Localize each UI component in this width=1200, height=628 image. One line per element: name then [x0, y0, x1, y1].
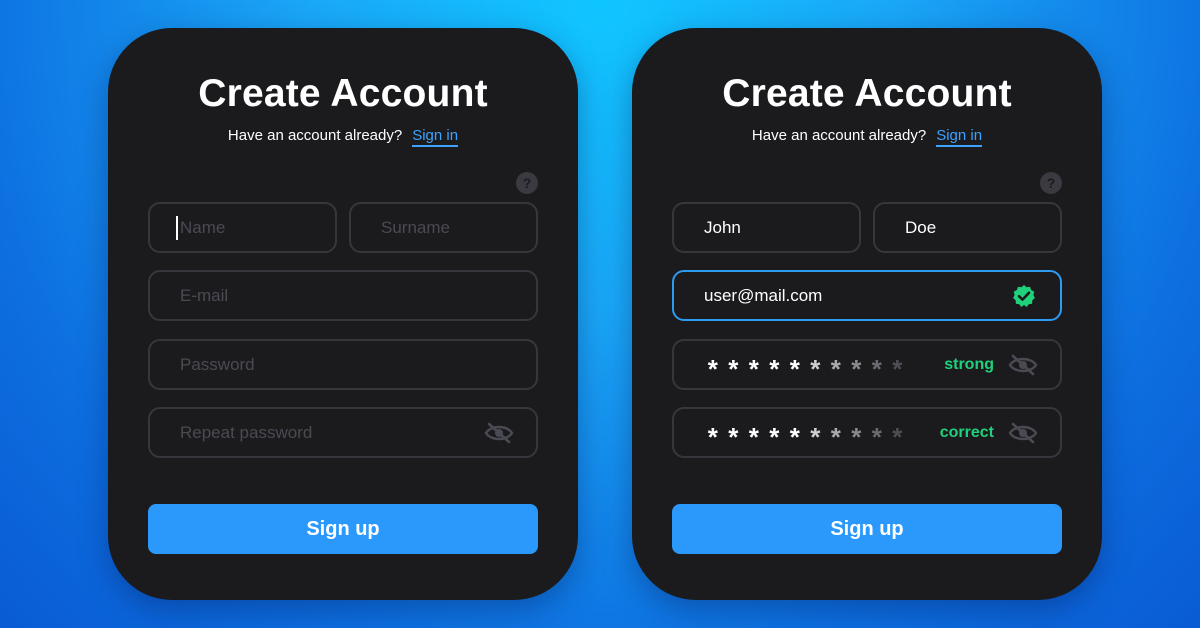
- help-icon[interactable]: ?: [516, 172, 538, 194]
- name-placeholder: Name: [180, 217, 226, 237]
- signup-button[interactable]: Sign up: [672, 504, 1062, 554]
- eye-slash-icon[interactable]: [1008, 422, 1038, 444]
- page-title: Create Account: [722, 72, 1012, 115]
- name-input[interactable]: John: [672, 202, 861, 253]
- email-value: user@mail.com: [704, 285, 823, 305]
- signup-button[interactable]: Sign up: [148, 504, 538, 554]
- repeat-password-status: correct: [939, 423, 994, 441]
- password-placeholder: Password: [180, 354, 255, 374]
- surname-placeholder: Surname: [381, 217, 450, 237]
- surname-input[interactable]: Surname: [349, 202, 538, 253]
- email-input[interactable]: user@mail.com: [672, 270, 1062, 321]
- email-input[interactable]: E-mail: [148, 270, 538, 321]
- repeat-password-placeholder: Repeat password: [180, 422, 313, 442]
- password-input[interactable]: * * * * * * * * * * strong: [672, 339, 1062, 390]
- password-mask: * * * * * * * * * *: [707, 353, 903, 384]
- signin-prompt-text: Have an account already?: [227, 127, 403, 144]
- text-cursor: [176, 215, 178, 240]
- name-value: John: [704, 217, 741, 237]
- signup-card-filled: Create Account Have an account already? …: [632, 28, 1102, 600]
- signin-prompt-text: Have an account already?: [751, 127, 927, 144]
- signin-prompt: Have an account already? Sign in: [632, 127, 1102, 147]
- signin-link[interactable]: Sign in: [936, 127, 983, 147]
- page-title: Create Account: [198, 72, 488, 115]
- eye-slash-icon[interactable]: [484, 422, 514, 444]
- surname-input[interactable]: Doe: [873, 202, 1062, 253]
- help-icon[interactable]: ?: [1040, 172, 1062, 194]
- signin-prompt: Have an account already? Sign in: [108, 127, 578, 147]
- signin-link[interactable]: Sign in: [412, 127, 459, 147]
- password-strength-label: strong: [944, 355, 994, 373]
- repeat-password-input[interactable]: Repeat password: [148, 407, 538, 458]
- eye-slash-icon[interactable]: [1008, 354, 1038, 376]
- email-placeholder: E-mail: [180, 285, 229, 305]
- name-input[interactable]: Name: [148, 202, 337, 253]
- surname-value: Doe: [905, 217, 937, 237]
- signup-card-empty: Create Account Have an account already? …: [108, 28, 578, 600]
- repeat-password-input[interactable]: * * * * * * * * * * correct: [672, 407, 1062, 458]
- repeat-password-mask: * * * * * * * * * *: [707, 421, 903, 452]
- check-circle-icon: [1013, 284, 1035, 307]
- password-input[interactable]: Password: [148, 339, 538, 390]
